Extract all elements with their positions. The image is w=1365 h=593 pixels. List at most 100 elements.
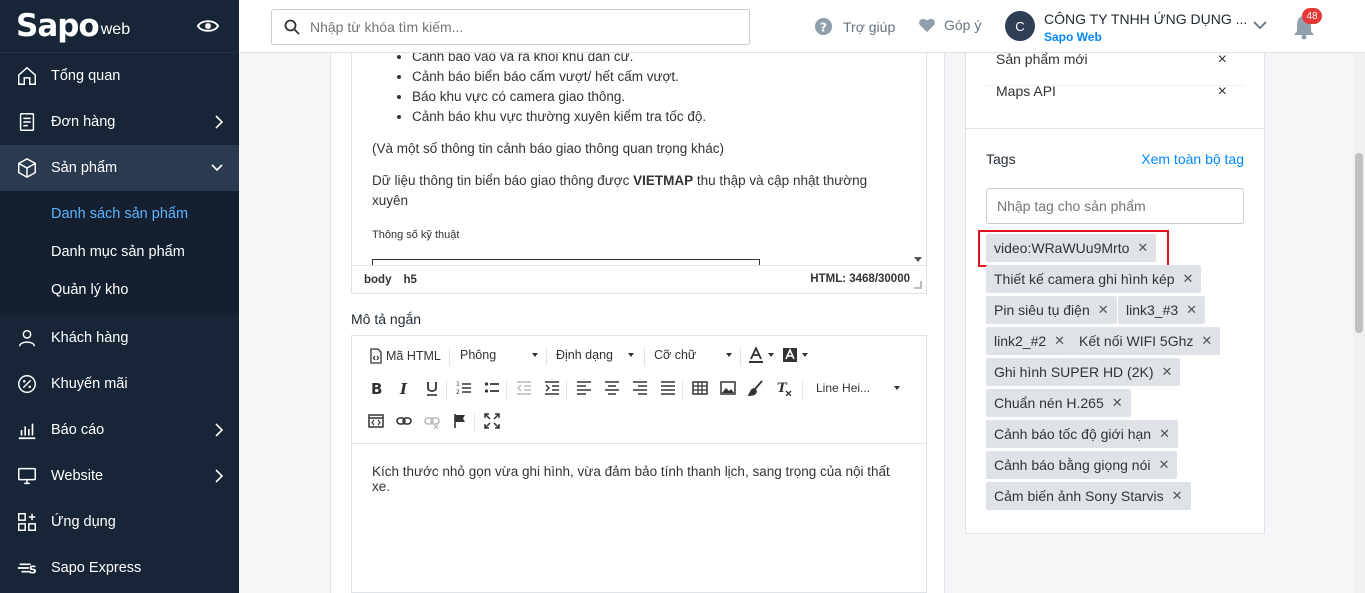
remove-tag-icon[interactable]: ✕ (1186, 302, 1197, 318)
align-left-button[interactable] (576, 380, 592, 396)
eye-icon[interactable] (197, 18, 219, 34)
path-body[interactable]: body (364, 274, 391, 286)
description-content[interactable]: Cảnh báo vào và ra khỏi khu dân cư. Cảnh… (352, 53, 926, 275)
remove-collection-icon[interactable]: × (1218, 51, 1227, 69)
short-description-content[interactable]: Kích thước nhỏ gọn vừa ghi hình, vừa đảm… (352, 444, 926, 514)
link-button[interactable] (396, 413, 412, 429)
table-button[interactable] (692, 380, 708, 396)
sidebar-item-apps[interactable]: Ứng dụng (0, 499, 239, 545)
remove-tag-icon[interactable]: ✕ (1137, 240, 1148, 256)
tag-label: Ghi hình SUPER HD (2K) (994, 364, 1154, 380)
help-label: Trợ giúp (843, 18, 896, 35)
sidebar-item-website[interactable]: Website (0, 453, 239, 499)
remove-tag-icon[interactable]: ✕ (1112, 395, 1123, 411)
fullscreen-button[interactable] (484, 413, 500, 429)
apps-icon (18, 513, 36, 531)
background-color-button[interactable] (782, 347, 808, 363)
outdent-button[interactable] (516, 380, 532, 396)
remove-tag-icon[interactable]: ✕ (1201, 333, 1212, 349)
search-icon (284, 19, 300, 35)
line-height-label: Line Hei... (816, 381, 871, 395)
tag-label: Kết nối WIFI 5Ghz (1079, 333, 1194, 349)
html-button[interactable]: Mã HTML (368, 348, 441, 364)
source-code-button[interactable] (368, 413, 384, 429)
bold-button[interactable]: B (368, 380, 384, 396)
product-content-card: Cảnh báo vào và ra khỏi khu dân cư. Cảnh… (330, 53, 945, 593)
unlink-button[interactable] (424, 413, 440, 429)
toolbar-divider (566, 381, 567, 399)
sidebar: Sapo web Tổng quan Đơn hàng Sản phẩm Dan… (0, 0, 239, 593)
sidebar-item-label: Sản phẩm (51, 160, 118, 176)
paint-format-button[interactable] (748, 380, 764, 396)
tag-chip: Pin siêu tụ điện ✕ (986, 296, 1117, 324)
sub-item-product-categories[interactable]: Danh mục sản phẩm (0, 233, 239, 271)
sub-item-product-list[interactable]: Danh sách sản phẩm (0, 195, 239, 233)
paragraph: Dữ liệu thông tin biển báo giao thông đư… (372, 171, 906, 211)
resize-handle-icon[interactable] (914, 281, 922, 289)
tag-label: Pin siêu tụ điện (994, 302, 1090, 318)
chevron-down-icon[interactable] (1253, 21, 1267, 30)
order-icon (19, 113, 35, 131)
scroll-down-arrow-icon[interactable] (914, 257, 922, 262)
warning-list: Cảnh báo vào và ra khỏi khu dân cư. Cảnh… (372, 53, 906, 127)
anchor-button[interactable] (452, 413, 468, 429)
remove-tag-icon[interactable]: ✕ (1054, 333, 1065, 349)
ordered-list-button[interactable]: 12 (456, 380, 472, 396)
remove-tag-icon[interactable]: ✕ (1159, 426, 1170, 442)
format-select[interactable]: Định dạng (556, 348, 634, 362)
editor-scrollbar[interactable] (909, 53, 926, 266)
notification-badge: 48 (1302, 8, 1322, 24)
description-editor[interactable]: Cảnh báo vào và ra khỏi khu dân cư. Cảnh… (351, 53, 927, 294)
image-button[interactable] (720, 380, 736, 396)
path-h5[interactable]: h5 (403, 274, 416, 286)
chevron-down-icon (211, 164, 223, 172)
sidebar-item-products[interactable]: Sản phẩm (0, 145, 239, 191)
sub-item-inventory[interactable]: Quản lý kho (0, 271, 239, 309)
company-name[interactable]: CÔNG TY TNHH ỨNG DỤNG ... (1044, 11, 1247, 27)
sidebar-item-label: Website (51, 468, 104, 484)
sidebar-item-promotions[interactable]: Khuyến mãi (0, 361, 239, 407)
remove-tag-icon[interactable]: ✕ (1172, 488, 1183, 504)
products-submenu: Danh sách sản phẩm Danh mục sản phẩm Quả… (0, 191, 239, 315)
view-all-tags-link[interactable]: Xem toàn bộ tag (1141, 151, 1244, 167)
svg-text:I: I (399, 380, 408, 396)
tag-chip: video:WRaWUu9Mrto ✕ (986, 234, 1157, 262)
image-icon (720, 381, 736, 395)
font-size-select[interactable]: Cỡ chữ (654, 348, 732, 362)
remove-tag-icon[interactable]: ✕ (1162, 364, 1173, 380)
feedback-link[interactable]: Góp ý (918, 17, 981, 33)
underline-button[interactable] (424, 380, 440, 396)
indent-icon (545, 381, 559, 395)
remove-tag-icon[interactable]: ✕ (1098, 302, 1109, 318)
sidebar-card: Sản phẩm mới × Maps API × Tags Xem toàn … (965, 51, 1265, 534)
clear-format-button[interactable]: T (776, 380, 792, 396)
sidebar-item-sapo-express[interactable]: S Sapo Express (0, 545, 239, 591)
tag-input[interactable] (986, 188, 1244, 224)
line-height-select[interactable]: Line Hei... (816, 381, 900, 395)
sidebar-item-customers[interactable]: Khách hàng (0, 315, 239, 361)
page-scrollbar[interactable] (1353, 53, 1365, 593)
list-item: Cảnh báo biển báo cấm vượt/ hết cấm vượt… (412, 67, 906, 87)
scrollbar-thumb[interactable] (1355, 153, 1363, 333)
text-color-button[interactable] (748, 347, 774, 363)
brand-logo[interactable]: Sapo (16, 8, 100, 44)
remove-collection-icon[interactable]: × (1218, 83, 1227, 101)
align-justify-button[interactable] (660, 380, 676, 396)
align-right-button[interactable] (632, 380, 648, 396)
avatar[interactable]: C (1005, 11, 1035, 41)
element-path: body h5 (364, 274, 429, 286)
search-input[interactable] (310, 10, 740, 44)
bullet-list-button[interactable] (484, 380, 500, 396)
remove-tag-icon[interactable]: ✕ (1158, 457, 1169, 473)
help-link[interactable]: ? Trợ giúp (814, 17, 895, 36)
italic-button[interactable]: I (396, 380, 412, 396)
remove-tag-icon[interactable]: ✕ (1183, 271, 1194, 287)
divider (966, 128, 1264, 129)
font-select[interactable]: Phông (460, 348, 538, 362)
indent-button[interactable] (544, 380, 560, 396)
sidebar-item-orders[interactable]: Đơn hàng (0, 99, 239, 145)
sidebar-item-overview[interactable]: Tổng quan (0, 53, 239, 99)
sidebar-item-reports[interactable]: Báo cáo (0, 407, 239, 453)
align-center-button[interactable] (604, 380, 620, 396)
svg-text:S: S (29, 564, 37, 577)
